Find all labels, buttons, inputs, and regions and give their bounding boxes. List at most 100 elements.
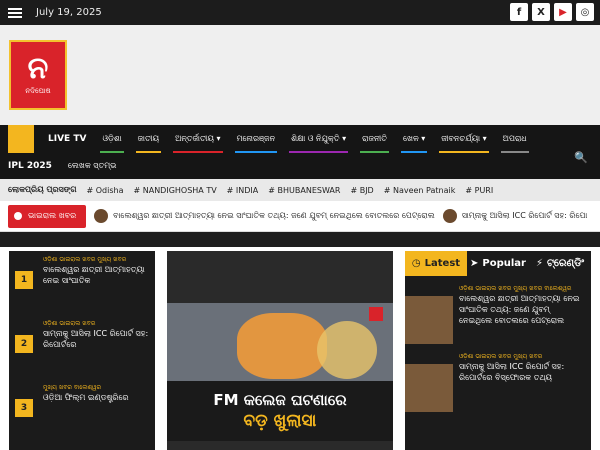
fire-shape — [317, 321, 377, 379]
channel-logo-icon — [369, 307, 383, 321]
top-bar: July 19, 2025 f X ▶ ◎ — [0, 0, 600, 25]
tag-link[interactable]: # Odisha — [87, 186, 124, 195]
nav-underline — [100, 151, 124, 153]
hero-image[interactable]: FM କଲେଜ ଘଟଣାରେ ବଡ଼ ଖୁଲାସା — [167, 303, 393, 441]
brand-header: ନ ନଦିଘୋଷ — [0, 25, 600, 125]
list-item-title[interactable]: ସାମ୍ନାକୁ ଆସିଲା ICC ରିପୋର୍ଟ ସହ: ରିପୋର୍ଟରେ — [43, 328, 151, 350]
tab-latest[interactable]: ◷ Latest — [405, 251, 467, 276]
tags-label: ଲୋକପ୍ରିୟ ପ୍ରସଙ୍ଗ — [8, 185, 77, 194]
facebook-icon[interactable]: f — [510, 3, 528, 21]
nav-item-1[interactable]: ଓଡ଼ିଶା — [94, 125, 129, 153]
breaking-ticker: ଭାଇରାଲ ଖବର ବାଲେଶ୍ୱର ଛାତ୍ରୀ ଆତ୍ମାହତ୍ୟା ନେ… — [0, 201, 600, 232]
nav-label: ରାଜନୀତି — [362, 134, 387, 143]
primary-nav: LIVE TV ଓଡ଼ିଶା ଜାତୀୟ ଅନ୍ତର୍ଜାତୀୟ ▾ ମନୋରଞ୍ଜନ ଶ… — [0, 125, 600, 153]
tag-link[interactable]: # Naveen Patnaik — [384, 186, 456, 195]
nav-underline — [439, 151, 489, 153]
x-icon[interactable]: X — [532, 3, 550, 21]
list-item[interactable]: 2 ଓଡ଼ିଶା ଭାଇରାଲ ଖବର ସାମ୍ନାକୁ ଆସିଲା ICC ର… — [9, 315, 155, 379]
nav-underline — [289, 151, 349, 153]
current-date: July 19, 2025 — [36, 7, 102, 18]
nav-item-4[interactable]: ମନୋରଞ୍ଜନ — [229, 125, 284, 153]
social-links: f X ▶ ◎ — [510, 3, 594, 21]
rank-badge: 2 — [15, 335, 33, 353]
live-dot-icon — [14, 212, 22, 220]
ticker-thumb — [94, 209, 109, 223]
list-item[interactable]: 1 ଓଡ଼ିଶା ଭାଇରାଲ ଖବର ମୁଖ୍ୟ ଖବର ବାଲେଶ୍ୱର ଛ… — [9, 251, 155, 315]
nav-label: ଅନ୍ତର୍ଜାତୀୟ ▾ — [175, 134, 221, 143]
tag-link[interactable]: # BHUBANESWAR — [268, 186, 340, 195]
nav-label: ଶିକ୍ଷା ଓ ନିଯୁକ୍ତି ▾ — [291, 134, 347, 143]
main-navigation: LIVE TV ଓଡ଼ିଶା ଜାତୀୟ ଅନ୍ତର୍ଜାତୀୟ ▾ ମନୋରଞ୍ଜନ ଶ… — [0, 125, 600, 179]
youtube-icon[interactable]: ▶ — [554, 3, 572, 21]
tag-link[interactable]: # INDIA — [227, 186, 259, 195]
ticker-item[interactable]: ବାଲେଶ୍ୱର ଛାତ୍ରୀ ଆତ୍ମାହତ୍ୟା ନେଇ ସାଂଘାତିକ … — [94, 209, 435, 223]
tag-link[interactable]: # PURI — [465, 186, 493, 195]
search-icon[interactable]: 🔍 — [574, 151, 588, 164]
hero-line-1: FM କଲେଜ ଘଟଣାରେ — [213, 391, 347, 409]
nav-label: ମନୋରଞ୍ଜନ — [236, 134, 276, 143]
news-item[interactable]: ଓଡ଼ିଶା ଭାଇରାଲ ଖବର ମୁଖ୍ୟ ଖବର ସାମ୍ନାକୁ ଆସି… — [405, 352, 591, 412]
breaking-label-text: ଭାଇରାଲ ଖବର — [28, 211, 77, 220]
nav-item-0[interactable]: LIVE TV — [40, 125, 94, 153]
popular-list: 1 ଓଡ଼ିଶା ଭାଇରାଲ ଖବର ମୁଖ୍ୟ ଖବର ବାଲେଶ୍ୱର ଛ… — [9, 251, 155, 450]
fire-shape — [237, 313, 327, 379]
tag-link[interactable]: # NANDIGHOSHA TV — [133, 186, 216, 195]
tab-label: Latest — [424, 258, 461, 269]
tab-popular[interactable]: ➤ Popular — [467, 251, 529, 276]
nav-item-8[interactable]: ଜୀବନଚର୍ଯ୍ୟା ▾ — [433, 125, 494, 153]
bolt-icon: ⚡ — [535, 258, 543, 269]
tab-trending[interactable]: ⚡ ଟ୍ରେଣ୍ଡିଂ — [529, 251, 591, 276]
nav-item-3[interactable]: ଅନ୍ତର୍ଜାତୀୟ ▾ — [167, 125, 229, 153]
nav-item-9[interactable]: ଅପରାଧ — [495, 125, 535, 153]
nav-item-ipl[interactable]: IPL 2025 — [8, 161, 52, 171]
nav-item-6[interactable]: ରାଜନୀତି — [354, 125, 395, 153]
nav-underline — [400, 151, 428, 153]
list-item-title[interactable]: ବାଲେଶ୍ୱର ଛାତ୍ରୀ ଆତ୍ମାହତ୍ୟା ନେଇ ସାଂଘାତିକ — [43, 264, 151, 286]
logo-text: ନଦିଘୋଷ — [25, 87, 51, 95]
nav-item-7[interactable]: ଖେଳ ▾ — [395, 125, 433, 153]
nav-item-columns[interactable]: ଲେଖକ ସ୍ତମ୍ଭ — [68, 161, 117, 171]
category-links[interactable]: ଓଡ଼ିଶା ଭାଇରାଲ ଖବର — [43, 319, 151, 328]
pin-icon: ➤ — [470, 258, 479, 269]
menu-icon[interactable] — [8, 7, 22, 18]
ticker-item[interactable]: ସାମ୍ନାକୁ ଆସିଲା ICC ରିପୋର୍ଟ ସହ: ରିପୋ — [442, 209, 587, 223]
nav-label: ଜାତୀୟ — [137, 134, 160, 143]
instagram-icon[interactable]: ◎ — [576, 3, 594, 21]
secondary-nav: IPL 2025 ଲେଖକ ସ୍ତମ୍ଭ — [0, 153, 600, 179]
breaking-label: ଭାଇରାଲ ଖବର — [8, 204, 87, 228]
news-thumbnail[interactable] — [405, 364, 453, 412]
list-item[interactable]: 3 ମୁଖ୍ୟ ଖବର ବାଲେଶ୍ୱର ଓଡ଼ିଆ ଫିଲ୍ମ ଇଣ୍ଡଷ୍ଟ… — [9, 379, 155, 443]
site-logo[interactable]: ନ ନଦିଘୋଷ — [9, 40, 67, 110]
home-button[interactable] — [8, 125, 34, 153]
tabbed-news-panel: ◷ Latest ➤ Popular ⚡ ଟ୍ରେଣ୍ଡିଂ ଓଡ଼ିଶା ଭାଇରା… — [405, 251, 591, 450]
featured-slot: FM କଲେଜ ଘଟଣାରେ ବଡ଼ ଖୁଲାସା — [167, 251, 393, 450]
nav-label: ଖେଳ ▾ — [402, 134, 426, 143]
nav-item-2[interactable]: ଜାତୀୟ — [130, 125, 167, 153]
hero-caption: FM କଲେଜ ଘଟଣାରେ ବଡ଼ ଖୁଲାସା — [167, 381, 393, 441]
category-links[interactable]: ମୁଖ୍ୟ ଖବର ବାଲେଶ୍ୱର — [43, 383, 151, 392]
news-thumbnail[interactable] — [405, 296, 453, 344]
rank-badge: 3 — [15, 399, 33, 417]
logo-glyph: ନ — [27, 51, 49, 86]
list-item-title[interactable]: ଓଡ଼ିଆ ଫିଲ୍ମ ଇଣ୍ଡଷ୍ଟ୍ରିରେ — [43, 392, 151, 403]
news-tabs: ◷ Latest ➤ Popular ⚡ ଟ୍ରେଣ୍ଡିଂ — [405, 251, 591, 276]
news-title[interactable]: ବାଲେଶ୍ୱର ଛାତ୍ରୀ ଆତ୍ମାହତ୍ୟା ନେଇ ସାଂଘାତିକ … — [459, 293, 585, 326]
tag-link[interactable]: # BJD — [350, 186, 373, 195]
nav-label: ଓଡ଼ିଶା — [102, 134, 122, 143]
category-links[interactable]: ଓଡ଼ିଶା ଭାଇରାଲ ଖବର ମୁଖ୍ୟ ଖବର — [43, 255, 151, 264]
news-title[interactable]: ସାମ୍ନାକୁ ଆସିଲା ICC ରିପୋର୍ଟ ସହ: ରିପୋର୍ଟରେ… — [459, 361, 585, 383]
nav-label: LIVE TV — [48, 134, 87, 144]
category-links[interactable]: ଓଡ଼ିଶା ଭାଇରାଲ ଖବର ମୁଖ୍ୟ ଖବର — [459, 352, 585, 361]
ticker-thumb — [442, 209, 457, 223]
category-links[interactable]: ଓଡ଼ିଶା ଭାଇରାଲ ଖବର ମୁଖ୍ୟ ଖବର ବାଲେଶ୍ୱର — [459, 284, 585, 293]
clock-icon: ◷ — [411, 258, 421, 269]
nav-underline — [173, 151, 223, 153]
nav-underline — [135, 151, 162, 153]
news-item[interactable]: ଓଡ଼ିଶା ଭାଇରାଲ ଖବର ମୁଖ୍ୟ ଖବର ବାଲେଶ୍ୱର ବାଲ… — [405, 284, 591, 344]
rank-badge: 1 — [15, 271, 33, 289]
hero-photo — [167, 303, 393, 381]
nav-underline — [500, 151, 529, 153]
nav-label: ଅପରାଧ — [502, 134, 527, 143]
nav-item-5[interactable]: ଶିକ୍ଷା ଓ ନିଯୁକ୍ତି ▾ — [283, 125, 354, 153]
nav-underline — [360, 151, 389, 153]
